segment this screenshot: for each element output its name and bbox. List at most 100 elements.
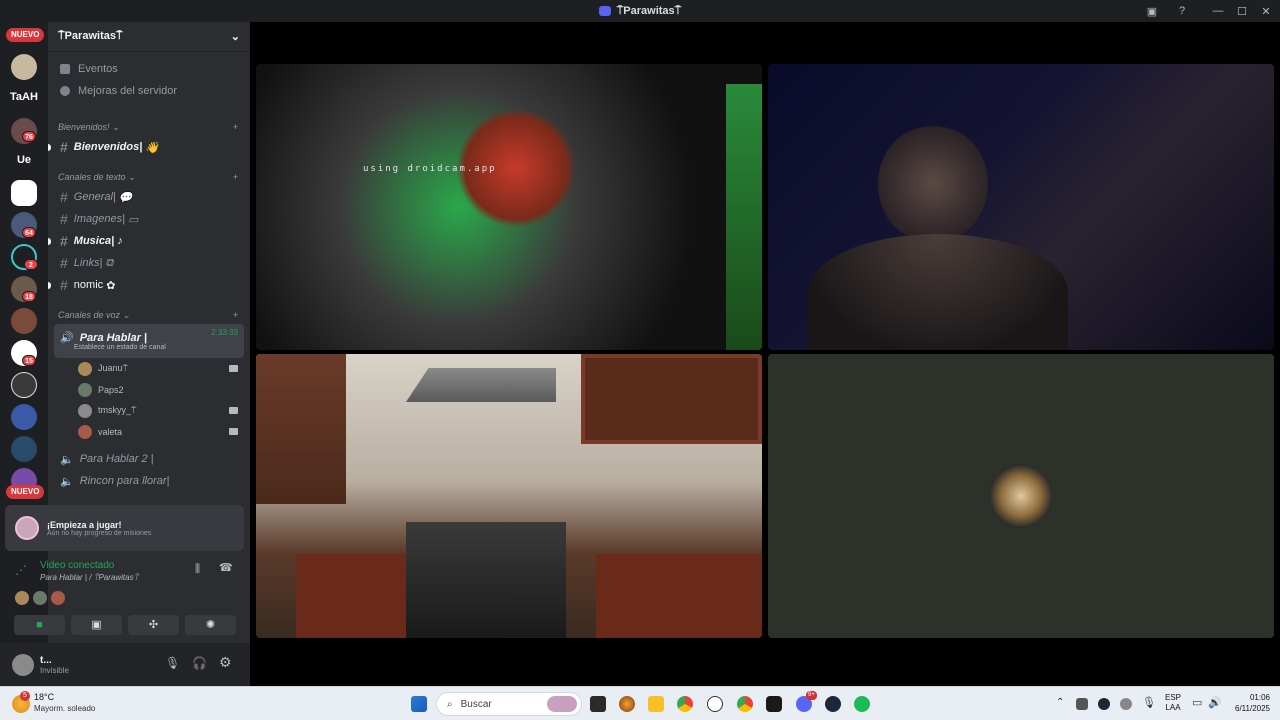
- category-text[interactable]: Canales de texto ⌄ +: [48, 168, 250, 186]
- weather-temp[interactable]: 18°C: [34, 692, 54, 702]
- quest-avatar-icon: [15, 516, 39, 540]
- voice-channel-rincon[interactable]: 🔈 Rincon para llorar|: [48, 470, 250, 492]
- chrome-icon[interactable]: [677, 696, 693, 712]
- system-clock[interactable]: 01:06 6/11/2025: [1226, 692, 1270, 714]
- category-welcome-label: Bienvenidos!: [58, 121, 110, 132]
- video-tile-kitchen[interactable]: [256, 354, 762, 638]
- channel-imagenes[interactable]: # Imagenes| ▭: [48, 208, 250, 230]
- volume-icon[interactable]: 🔊: [1208, 696, 1222, 709]
- voice-location[interactable]: Para Hablar | / ⍑Parawitas⍑: [40, 573, 138, 583]
- channel-musica[interactable]: # Musica| ♪: [48, 230, 250, 252]
- speaker-icon: 🔈: [60, 453, 74, 466]
- server-icon-warrior[interactable]: [11, 308, 37, 334]
- voice-channel-para-hablar-2[interactable]: 🔈 Para Hablar 2 |: [48, 448, 250, 470]
- noise-suppression-icon[interactable]: ⫼: [195, 563, 200, 576]
- channel-links[interactable]: # Links| ⧉: [48, 252, 250, 274]
- emoji-icon: ✿: [106, 279, 116, 292]
- network-icon[interactable]: ▭: [1192, 696, 1202, 709]
- window-title-bar: ⍑Parawitas⍑: [0, 0, 1280, 22]
- minimize-button[interactable]: —: [1206, 5, 1230, 17]
- disconnect-icon[interactable]: ☎: [219, 561, 233, 574]
- quest-panel[interactable]: ¡Empieza a jugar! Aún no hay progreso de…: [5, 505, 244, 551]
- signal-icon[interactable]: ⋰: [15, 563, 27, 577]
- weather-desc[interactable]: Mayorm. soleado: [34, 704, 95, 713]
- video-stage: using droidcam.app: [250, 22, 1280, 686]
- screen-share-button[interactable]: ▣: [71, 615, 122, 635]
- voice-status[interactable]: Video conectado: [40, 560, 114, 571]
- video-tile-droidcam[interactable]: using droidcam.app: [256, 64, 762, 350]
- taskbar-search[interactable]: ⌕ Buscar: [436, 692, 582, 716]
- nav-events[interactable]: Eventos: [48, 58, 250, 80]
- spotify-icon[interactable]: [854, 696, 870, 712]
- language-indicator[interactable]: ESP LAA: [1165, 693, 1181, 713]
- server-icon-ue[interactable]: Ue: [0, 154, 48, 166]
- user-name[interactable]: t...: [40, 655, 69, 666]
- voice-user[interactable]: valeta: [48, 421, 250, 442]
- steam-icon[interactable]: [825, 696, 841, 712]
- video-wall: [256, 354, 346, 504]
- help-icon[interactable]: ?: [1170, 5, 1194, 17]
- add-channel-icon[interactable]: +: [233, 122, 238, 132]
- chrome-profile-icon[interactable]: [737, 696, 753, 712]
- channel-general[interactable]: # General| 💬: [48, 186, 250, 208]
- discord-logo-icon: [598, 6, 611, 16]
- channel-nomic[interactable]: # nomic ✿: [48, 274, 250, 296]
- microphone-icon[interactable]: 🎙: [165, 656, 180, 670]
- clock-app-icon[interactable]: [707, 696, 723, 712]
- voice-user[interactable]: Juanu⍑: [48, 358, 250, 379]
- search-icon: ⌕: [447, 698, 453, 710]
- video-tile-avatar-only[interactable]: [768, 354, 1274, 638]
- user-status: Invisible: [40, 665, 69, 675]
- channel-status-hint[interactable]: Establece un estado de canal: [74, 344, 166, 351]
- file-explorer-icon[interactable]: [648, 696, 664, 712]
- tray-app-icon[interactable]: [1076, 698, 1088, 710]
- voice-channel-para-hablar[interactable]: 🔊 Para Hablar | Establece un estado de ca…: [54, 324, 244, 358]
- server-icon-avatar[interactable]: [11, 54, 37, 80]
- video-cabinet: [296, 554, 406, 638]
- headphones-icon[interactable]: 🎧: [192, 656, 207, 670]
- avatar[interactable]: [12, 653, 34, 676]
- server-badge: 64: [22, 227, 36, 238]
- new-badge-bottom: NUEVO: [6, 485, 45, 499]
- maximize-button[interactable]: ☐: [1230, 5, 1254, 18]
- browser-icon[interactable]: [619, 696, 635, 712]
- add-channel-icon[interactable]: +: [233, 172, 238, 182]
- server-icon-blue[interactable]: [11, 436, 37, 462]
- chevron-down-icon: ⌄: [230, 31, 240, 43]
- steam-tray-icon[interactable]: [1098, 698, 1110, 710]
- category-welcome[interactable]: Bienvenidos! ⌄ +: [48, 118, 250, 136]
- video-tile-webcam[interactable]: [768, 64, 1274, 350]
- channel-bienvenidos[interactable]: # Bienvenidos| 👋: [48, 136, 250, 158]
- guild-header[interactable]: ⍑Parawitas⍑ ⌄: [48, 22, 250, 52]
- camera-toggle-button[interactable]: ■: [14, 615, 65, 635]
- clock-date: 6/11/2025: [1235, 704, 1270, 713]
- activities-button[interactable]: ✣: [128, 615, 179, 635]
- task-view-icon[interactable]: [590, 696, 606, 712]
- server-icon-taah[interactable]: TaAH: [0, 91, 48, 103]
- settings-gear-icon[interactable]: ⚙: [219, 654, 232, 671]
- app-icon[interactable]: [766, 696, 782, 712]
- video-camera-icon: ■: [36, 619, 43, 631]
- server-icon-white[interactable]: [11, 180, 37, 206]
- close-button[interactable]: ✕: [1254, 5, 1278, 18]
- server-badge: 2: [24, 259, 38, 270]
- avatar: [51, 591, 65, 605]
- microphone-tray-icon[interactable]: 🎙: [1142, 696, 1156, 709]
- guild-name: ⍑Parawitas⍑: [58, 30, 123, 42]
- category-voice[interactable]: Canales de voz ⌄ +: [48, 306, 250, 324]
- inbox-icon[interactable]: ▣: [1140, 5, 1164, 18]
- channel-label: Links|: [73, 257, 103, 269]
- voice-user[interactable]: Paps2: [48, 379, 250, 400]
- server-icon-emblem[interactable]: [11, 372, 37, 398]
- chevron-up-icon[interactable]: ⌃: [1056, 697, 1064, 708]
- add-channel-icon[interactable]: +: [233, 310, 238, 320]
- nav-boosts[interactable]: Mejoras del servidor: [48, 80, 250, 102]
- channel-label: Musica|: [73, 235, 115, 247]
- voice-user[interactable]: tmskyy_⍑: [48, 400, 250, 421]
- windows-start-icon[interactable]: [411, 696, 427, 712]
- video-cabinet: [596, 554, 762, 638]
- server-icon-anime[interactable]: [11, 404, 37, 430]
- participant-avatar: [989, 464, 1053, 528]
- soundboard-button[interactable]: ✺: [185, 615, 236, 635]
- tray-circle-icon[interactable]: [1120, 698, 1132, 710]
